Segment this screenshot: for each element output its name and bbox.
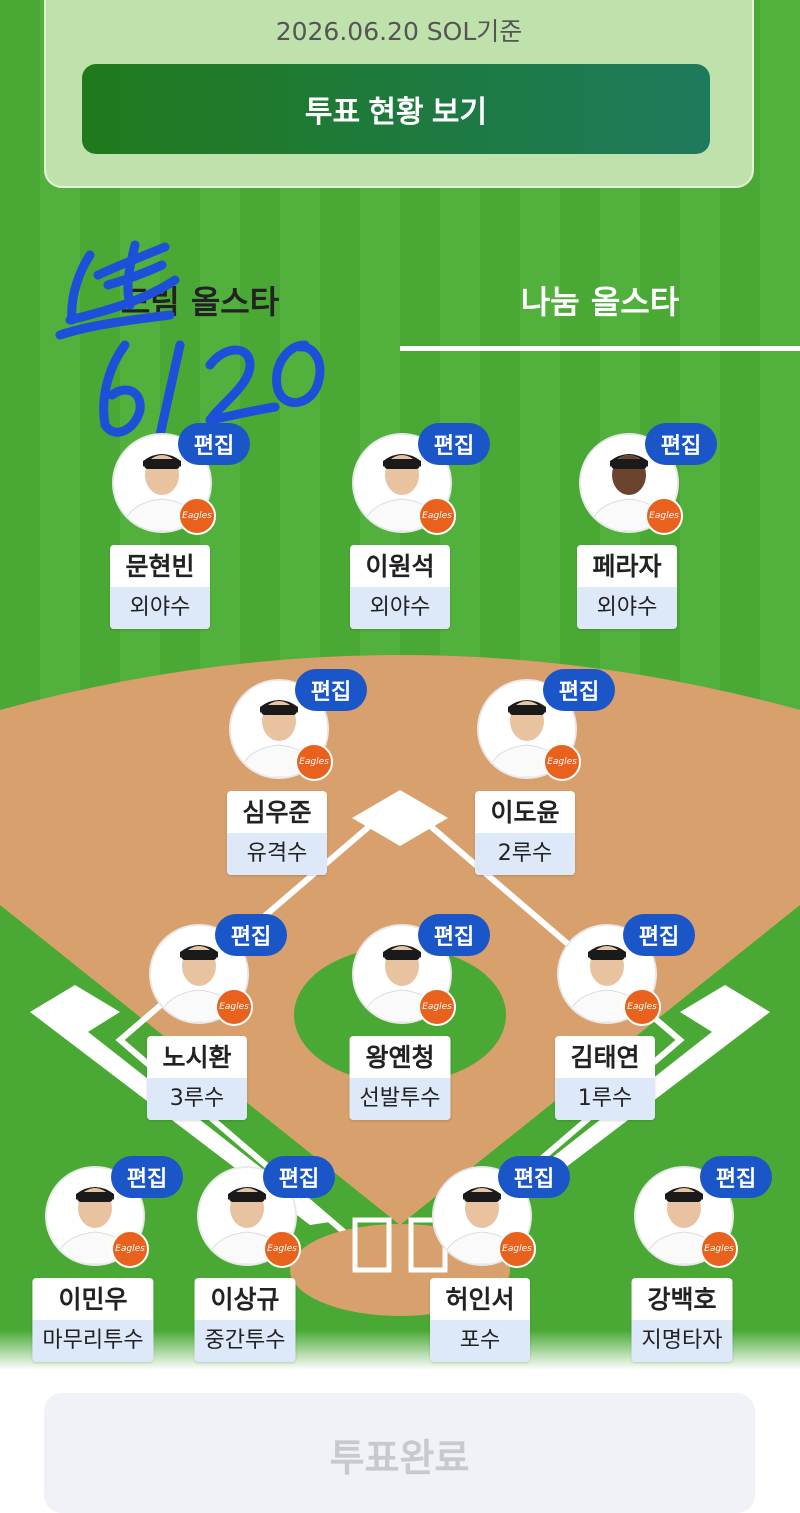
player-name: 왕옌청	[365, 1043, 435, 1072]
player-position: 지명타자	[631, 1320, 733, 1362]
edit-button[interactable]: 편집	[178, 423, 250, 465]
player-name: 노시환	[162, 1043, 232, 1072]
player-card: 편집 Eagles 심우준 유격수	[177, 669, 377, 919]
vote-complete-button[interactable]: 투표완료	[44, 1393, 755, 1513]
edit-button[interactable]: 편집	[418, 423, 490, 465]
player-card: 편집 Eagles 강백호 지명타자	[582, 1156, 782, 1406]
edit-button[interactable]: 편집	[700, 1156, 772, 1198]
team-logo-icon: Eagles	[645, 497, 683, 535]
date-text: 2026.06.20 SOL기준	[275, 17, 523, 46]
team-logo-icon: Eagles	[498, 1230, 536, 1268]
player-position: 외야수	[110, 587, 210, 629]
player-name-card: 이원석 외야수	[350, 545, 450, 629]
handwriting-scribble	[55, 240, 325, 440]
edit-button[interactable]: 편집	[295, 669, 367, 711]
player-position: 마무리투수	[32, 1320, 154, 1362]
edit-button[interactable]: 편집	[623, 914, 695, 956]
player-name-card: 심우준 유격수	[227, 791, 327, 875]
player-name: 페라자	[592, 552, 662, 581]
team-logo-icon: Eagles	[700, 1230, 738, 1268]
team-logo-icon: Eagles	[418, 988, 456, 1026]
edit-button[interactable]: 편집	[645, 423, 717, 465]
team-logo-icon: Eagles	[295, 743, 333, 781]
player-name: 이원석	[365, 552, 435, 581]
player-card: 편집 Eagles 노시환 3루수	[97, 914, 297, 1164]
player-name: 문현빈	[125, 552, 195, 581]
vote-info-card: 2026.06.20 SOL기준 투표 현황 보기	[44, 0, 754, 188]
player-card: 편집 Eagles 이상규 중간투수	[145, 1156, 345, 1406]
player-name-card: 이상규 중간투수	[194, 1278, 296, 1362]
tab-nanum-allstar[interactable]: 나눔 올스타	[400, 270, 800, 330]
player-position: 포수	[430, 1320, 530, 1362]
player-position: 외야수	[350, 587, 450, 629]
edit-button[interactable]: 편집	[543, 669, 615, 711]
player-name-card: 김태연 1루수	[555, 1036, 655, 1120]
player-name-card: 문현빈 외야수	[110, 545, 210, 629]
player-name-card: 이도윤 2루수	[475, 791, 575, 875]
player-name: 이도윤	[490, 798, 560, 827]
team-logo-icon: Eagles	[623, 988, 661, 1026]
team-logo-icon: Eagles	[263, 1230, 301, 1268]
player-position: 3루수	[147, 1078, 247, 1120]
player-name-card: 강백호 지명타자	[631, 1278, 733, 1362]
player-card: 편집 Eagles 이도윤 2루수	[425, 669, 625, 919]
player-name: 이민우	[58, 1285, 128, 1314]
player-card: 편집 Eagles 이원석 외야수	[300, 423, 500, 673]
player-position: 유격수	[227, 833, 327, 875]
player-position: 중간투수	[194, 1320, 296, 1362]
team-logo-icon: Eagles	[418, 497, 456, 535]
team-logo-icon: Eagles	[178, 497, 216, 535]
player-name: 강백호	[647, 1285, 717, 1314]
player-name-card: 페라자 외야수	[577, 545, 677, 629]
edit-button[interactable]: 편집	[263, 1156, 335, 1198]
team-logo-icon: Eagles	[215, 988, 253, 1026]
edit-button[interactable]: 편집	[498, 1156, 570, 1198]
team-logo-icon: Eagles	[543, 743, 581, 781]
player-name: 심우준	[242, 798, 312, 827]
player-position: 외야수	[577, 587, 677, 629]
edit-button[interactable]: 편집	[215, 914, 287, 956]
player-position: 2루수	[475, 833, 575, 875]
team-logo-icon: Eagles	[111, 1230, 149, 1268]
player-name-card: 왕옌청 선발투수	[349, 1036, 451, 1120]
player-name: 이상규	[210, 1285, 280, 1314]
player-position: 1루수	[555, 1078, 655, 1120]
player-card: 편집 Eagles 김태연 1루수	[505, 914, 705, 1164]
player-name-card: 허인서 포수	[430, 1278, 530, 1362]
player-name: 김태연	[570, 1043, 640, 1072]
active-tab-indicator	[400, 346, 800, 351]
player-card: 편집 Eagles 허인서 포수	[380, 1156, 580, 1406]
player-card: 편집 Eagles 문현빈 외야수	[60, 423, 260, 673]
player-card: 편집 Eagles 페라자 외야수	[527, 423, 727, 673]
player-name-card: 이민우 마무리투수	[32, 1278, 154, 1362]
edit-button[interactable]: 편집	[418, 914, 490, 956]
player-name: 허인서	[445, 1285, 515, 1314]
player-position: 선발투수	[349, 1078, 451, 1120]
player-name-card: 노시환 3루수	[147, 1036, 247, 1120]
player-card: 편집 Eagles 왕옌청 선발투수	[300, 914, 500, 1164]
vote-status-button[interactable]: 투표 현황 보기	[82, 64, 710, 154]
